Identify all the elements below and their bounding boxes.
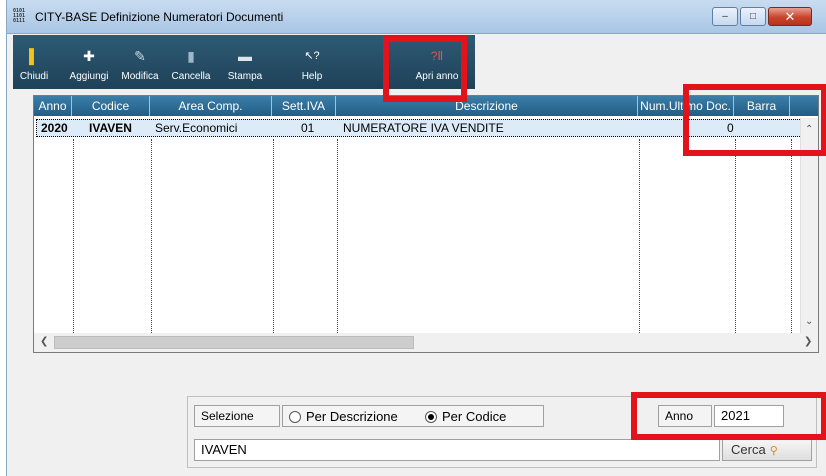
toolbar: ▌ Chiudi ✚ Aggiungi ✎ Modifica ▮ Cancell… <box>13 35 475 89</box>
radio-checked-icon <box>425 410 437 423</box>
cell-descrizione: NUMERATORE IVA VENDITE <box>343 121 504 135</box>
search-icon: ⚲ <box>769 445 778 457</box>
column-header-descrizione[interactable]: Descrizione <box>336 96 638 116</box>
horizontal-scroll-thumb[interactable] <box>54 336 414 349</box>
minimize-button[interactable]: – <box>712 7 738 26</box>
vertical-scrollbar[interactable]: ⌃ ⌄ <box>800 118 818 334</box>
chiudi-label: Chiudi <box>19 71 49 82</box>
column-header-area[interactable]: Area Comp. <box>150 96 272 116</box>
column-divider <box>639 139 640 333</box>
cancella-label: Cancella <box>171 71 211 82</box>
column-header-codice[interactable]: Codice <box>72 96 150 116</box>
cancella-button[interactable]: ▮ Cancella <box>167 35 215 89</box>
grid-header: Anno Codice Area Comp. Sett.IVA Descrizi… <box>34 96 818 116</box>
help-cursor-icon: ↖? <box>304 50 320 62</box>
title-bar[interactable]: 0101 1101 0111 CITY-BASE Definizione Numer… <box>7 0 826 34</box>
modifica-label: Modifica <box>121 71 159 82</box>
window-title: CITY-BASE Definizione Numeratori Documen… <box>35 10 284 24</box>
column-divider <box>273 139 274 333</box>
aggiungi-button[interactable]: ✚ Aggiungi <box>65 35 113 89</box>
anno-label: Anno <box>658 405 712 427</box>
stampa-button[interactable]: ▬ Stampa <box>225 35 265 89</box>
column-header-anno[interactable]: Anno <box>34 96 72 116</box>
scroll-up-icon[interactable]: ⌃ <box>805 124 813 135</box>
cerca-label: Cerca <box>731 442 766 457</box>
pencil-icon: ✎ <box>134 48 146 64</box>
scroll-down-icon[interactable]: ⌄ <box>805 316 813 327</box>
modifica-button[interactable]: ✎ Modifica <box>117 35 163 89</box>
apri-anno-button[interactable]: ?Ⅱ Apri anno <box>411 35 463 89</box>
search-input[interactable]: IVAVEN <box>194 439 720 461</box>
trash-icon: ▮ <box>187 48 195 64</box>
radio-per-codice-label: Per Codice <box>442 409 507 424</box>
calendar-icon: ?Ⅱ <box>430 49 444 63</box>
cell-anno: 2020 <box>41 121 68 135</box>
column-divider <box>735 139 736 333</box>
anno-input[interactable]: 2021 <box>714 405 784 427</box>
radio-unchecked-icon <box>289 410 301 423</box>
plus-icon: ✚ <box>83 48 95 64</box>
app-window: 0101 1101 0111 CITY-BASE Definizione Numer… <box>6 0 826 476</box>
radio-per-codice[interactable]: Per Codice <box>425 409 506 424</box>
column-divider <box>73 139 74 333</box>
cell-area: Serv.Economici <box>155 121 238 135</box>
column-divider <box>337 139 338 333</box>
close-button[interactable]: ✕ <box>768 7 812 26</box>
selection-mode-group: Per Descrizione Per Codice <box>282 405 544 427</box>
column-divider <box>151 139 152 333</box>
cell-num-ultimo: 0 <box>727 121 734 135</box>
column-divider <box>791 139 792 333</box>
maximize-button[interactable]: □ <box>740 7 766 26</box>
help-label: Help <box>301 71 323 82</box>
help-button[interactable]: ↖? Help <box>297 35 327 89</box>
scroll-right-icon[interactable]: ❯ <box>804 336 812 347</box>
cell-sett-iva: 01 <box>301 121 315 135</box>
stampa-label: Stampa <box>227 71 263 82</box>
cell-codice: IVAVEN <box>89 121 132 135</box>
scroll-left-icon[interactable]: ❮ <box>40 336 48 347</box>
search-panel: Selezione Per Descrizione Per Codice Ann… <box>187 396 817 468</box>
numeratori-grid[interactable]: Anno Codice Area Comp. Sett.IVA Descrizi… <box>33 95 819 353</box>
column-header-barra[interactable]: Barra <box>734 96 790 116</box>
cerca-button[interactable]: Cerca ⚲ <box>722 439 812 461</box>
horizontal-scrollbar[interactable]: ❮ ❯ <box>34 333 818 352</box>
selezione-label: Selezione <box>194 405 280 427</box>
app-binary-icon: 0101 1101 0111 <box>13 8 26 24</box>
aggiungi-label: Aggiungi <box>69 71 109 82</box>
radio-per-descrizione[interactable]: Per Descrizione <box>289 409 398 424</box>
column-header-sett-iva[interactable]: Sett.IVA <box>272 96 336 116</box>
table-row[interactable]: 2020 IVAVEN Serv.Economici 01 NUMERATORE… <box>36 119 806 137</box>
radio-per-descrizione-label: Per Descrizione <box>306 409 398 424</box>
column-header-num-ultimo[interactable]: Num.Ultimo Doc. <box>638 96 734 116</box>
apri-anno-label: Apri anno <box>415 71 459 82</box>
exit-door-icon: ▌ <box>29 48 39 64</box>
printer-icon: ▬ <box>238 48 252 64</box>
chiudi-button[interactable]: ▌ Chiudi <box>17 35 51 89</box>
